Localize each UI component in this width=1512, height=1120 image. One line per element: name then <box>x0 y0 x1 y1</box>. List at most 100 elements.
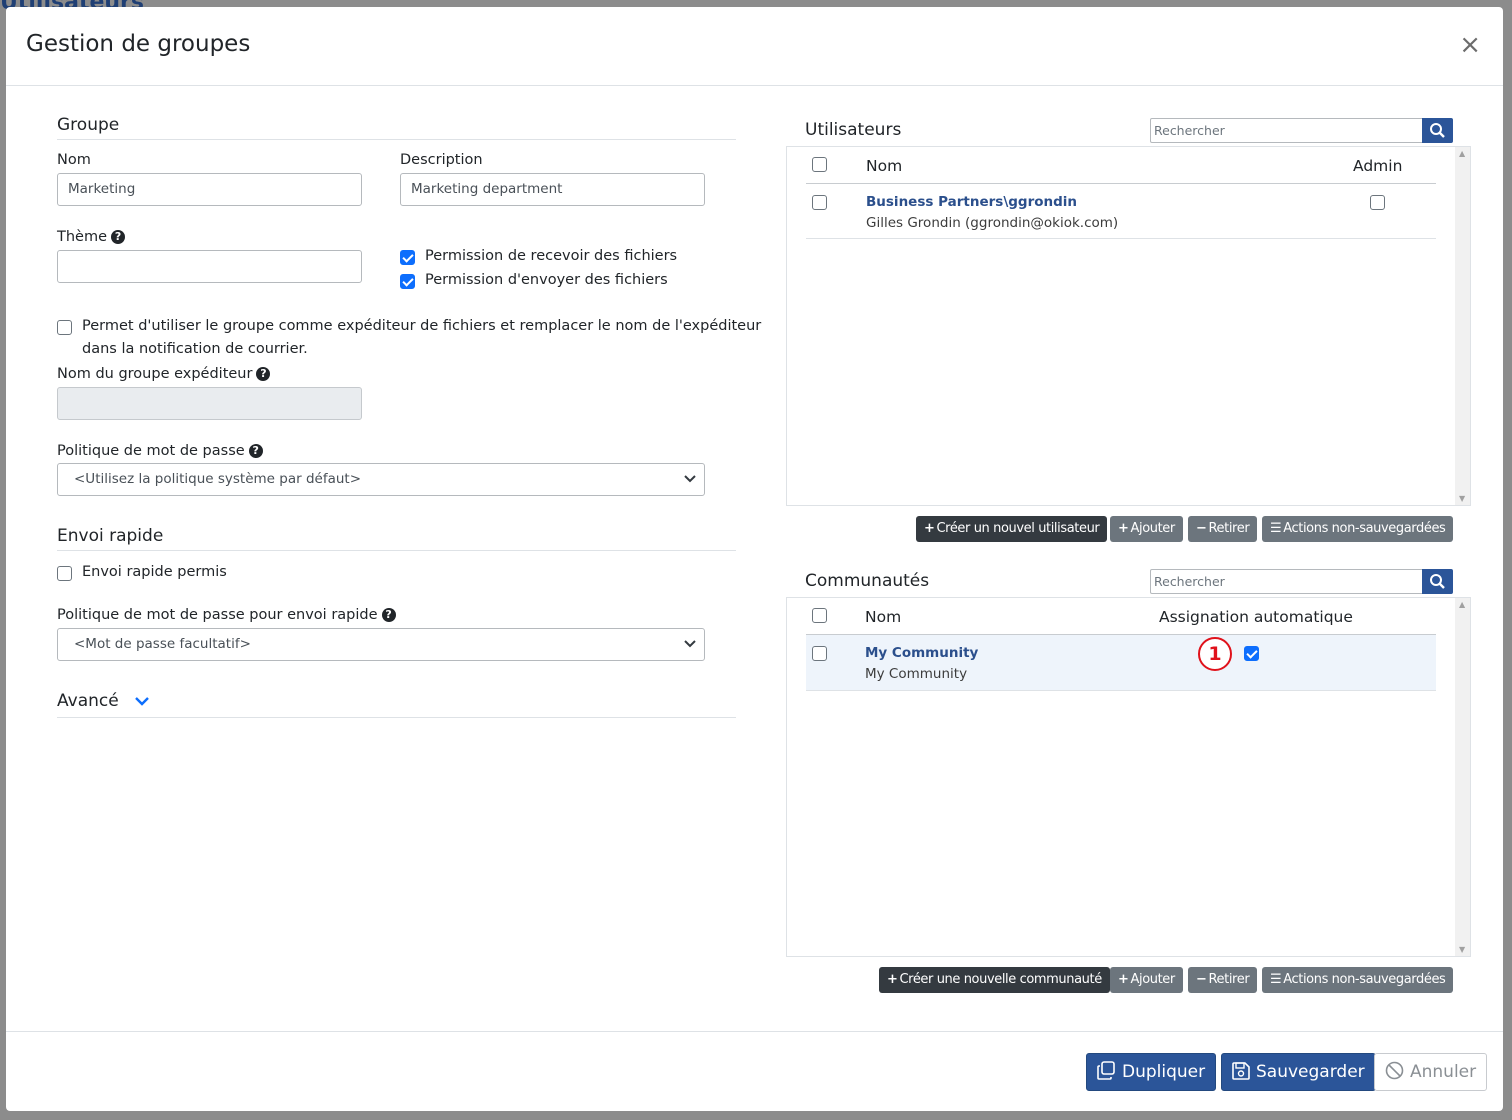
scroll-down-icon[interactable]: ▼ <box>1459 494 1465 503</box>
advanced-section-title: Avancé <box>57 691 119 711</box>
scroll-up-icon[interactable]: ▲ <box>1459 600 1465 609</box>
plus-icon: + <box>924 521 935 536</box>
receive-files-checkbox[interactable] <box>400 250 415 265</box>
quick-send-password-select[interactable]: <Mot de passe facultatif> <box>57 628 705 661</box>
add-community-button[interactable]: + Ajouter <box>1110 967 1183 993</box>
users-scrollbar[interactable]: ▲ ▼ <box>1455 147 1470 505</box>
quick-send-section-title: Envoi rapide <box>57 526 164 546</box>
divider <box>57 550 736 551</box>
receive-files-label: Permission de recevoir des fichiers <box>425 248 678 264</box>
modal-title: Gestion de groupes <box>26 31 251 57</box>
users-unsaved-actions-button[interactable]: ☰ Actions non-sauvegardées <box>1262 516 1454 542</box>
users-col-admin: Admin <box>1353 157 1403 175</box>
communities-unsaved-actions-label: Actions non-sauvegardées <box>1283 972 1446 987</box>
users-search-input[interactable]: Rechercher <box>1150 118 1423 143</box>
add-community-label: Ajouter <box>1130 972 1176 987</box>
sender-name-label-text: Nom du groupe expéditeur <box>57 366 253 382</box>
users-search-button[interactable] <box>1422 118 1453 143</box>
chevron-down-icon <box>684 464 696 495</box>
minus-icon: − <box>1196 521 1207 536</box>
communities-scrollbar[interactable]: ▲ ▼ <box>1455 598 1470 956</box>
cancel-label: Annuler <box>1410 1062 1477 1082</box>
password-policy-select[interactable]: <Utilisez la politique système par défau… <box>57 463 705 496</box>
quick-send-password-label: Politique de mot de passe pour envoi rap… <box>57 607 396 623</box>
community-row-checkbox[interactable] <box>812 646 827 661</box>
save-label: Sauvegarder <box>1256 1062 1365 1082</box>
add-user-button[interactable]: + Ajouter <box>1110 516 1183 542</box>
remove-community-button[interactable]: − Retirer <box>1188 967 1258 993</box>
create-user-label: Créer un nouvel utilisateur <box>936 521 1100 536</box>
user-detail: Gilles Grondin (ggrondin@okiok.com) <box>866 215 1119 231</box>
name-input[interactable]: Marketing <box>57 173 362 206</box>
save-button[interactable]: Sauvegarder <box>1221 1053 1376 1091</box>
remove-user-button[interactable]: − Retirer <box>1188 516 1258 542</box>
chevron-down-icon <box>684 629 696 660</box>
plus-icon: + <box>1118 521 1129 536</box>
plus-icon: + <box>887 972 898 987</box>
group-management-modal: Gestion de groupes × Groupe Nom Marketin… <box>6 7 1503 1111</box>
remove-user-label: Retirer <box>1208 521 1250 536</box>
user-row-checkbox[interactable] <box>812 195 827 210</box>
divider <box>57 139 736 140</box>
communities-search-button[interactable] <box>1422 569 1453 594</box>
scroll-down-icon[interactable]: ▼ <box>1459 945 1465 954</box>
plus-icon: + <box>1118 972 1129 987</box>
theme-label: Thème? <box>57 229 126 245</box>
quick-send-allowed-label: Envoi rapide permis <box>82 564 227 580</box>
close-icon[interactable]: × <box>1459 32 1481 58</box>
community-detail: My Community <box>865 666 968 682</box>
copy-icon <box>1097 1061 1115 1080</box>
search-icon <box>1430 574 1445 589</box>
description-input[interactable]: Marketing department <box>400 173 705 206</box>
list-icon: ☰ <box>1270 521 1282 536</box>
advanced-section-toggle[interactable]: Avancé <box>57 691 150 711</box>
communities-col-auto-assign: Assignation automatique <box>1159 608 1353 626</box>
users-select-all-checkbox[interactable] <box>812 157 827 172</box>
create-user-button[interactable]: + Créer un nouvel utilisateur <box>916 516 1108 542</box>
password-policy-label-text: Politique de mot de passe <box>57 443 245 459</box>
help-icon[interactable]: ? <box>381 608 396 622</box>
help-icon[interactable]: ? <box>256 367 271 381</box>
modal-footer-divider <box>6 1031 1503 1032</box>
name-label: Nom <box>57 152 91 168</box>
help-icon[interactable]: ? <box>111 230 126 244</box>
divider <box>806 690 1436 691</box>
help-icon[interactable]: ? <box>248 444 263 458</box>
communities-unsaved-actions-button[interactable]: ☰ Actions non-sauvegardées <box>1262 967 1454 993</box>
theme-input[interactable] <box>57 250 362 283</box>
scroll-up-icon[interactable]: ▲ <box>1459 149 1465 158</box>
community-name-link[interactable]: My Community <box>865 645 978 661</box>
password-policy-label: Politique de mot de passe? <box>57 443 263 459</box>
description-label: Description <box>400 152 483 168</box>
user-name-link[interactable]: Business Partners\ggrondin <box>866 194 1077 210</box>
remove-community-label: Retirer <box>1208 972 1250 987</box>
modal-header: Gestion de groupes × <box>6 7 1503 86</box>
communities-table: ▲ ▼ Nom Assignation automatique My Commun… <box>786 597 1471 957</box>
quick-send-password-value: <Mot de passe facultatif> <box>74 636 251 652</box>
chevron-down-icon <box>135 697 149 706</box>
group-as-sender-label-line2: dans la notification de courrier. <box>82 341 308 357</box>
create-community-button[interactable]: + Créer une nouvelle communauté <box>879 967 1110 993</box>
save-icon <box>1232 1062 1250 1080</box>
send-files-checkbox[interactable] <box>400 274 415 289</box>
cancel-button[interactable]: Annuler <box>1374 1053 1488 1091</box>
sender-name-input <box>57 387 362 420</box>
communities-search-input[interactable]: Rechercher <box>1150 569 1423 594</box>
community-auto-assign-checkbox[interactable] <box>1244 646 1259 661</box>
user-admin-checkbox[interactable] <box>1370 195 1385 210</box>
group-as-sender-checkbox[interactable] <box>57 320 72 335</box>
divider <box>806 183 1436 184</box>
password-policy-value: <Utilisez la politique système par défau… <box>74 471 362 487</box>
quick-send-allowed-checkbox[interactable] <box>57 566 72 581</box>
minus-icon: − <box>1196 972 1207 987</box>
duplicate-button[interactable]: Dupliquer <box>1086 1053 1217 1091</box>
communities-select-all-checkbox[interactable] <box>812 608 827 623</box>
quick-send-password-label-text: Politique de mot de passe pour envoi rap… <box>57 607 378 623</box>
search-icon <box>1430 123 1445 138</box>
send-files-label: Permission d'envoyer des fichiers <box>425 272 668 288</box>
communities-section-title: Communautés <box>805 571 930 591</box>
users-unsaved-actions-label: Actions non-sauvegardées <box>1283 521 1446 536</box>
divider <box>57 717 736 718</box>
users-col-name: Nom <box>866 157 903 175</box>
users-table: ▲ ▼ Nom Admin Business Partners\ggrondin … <box>786 146 1471 506</box>
